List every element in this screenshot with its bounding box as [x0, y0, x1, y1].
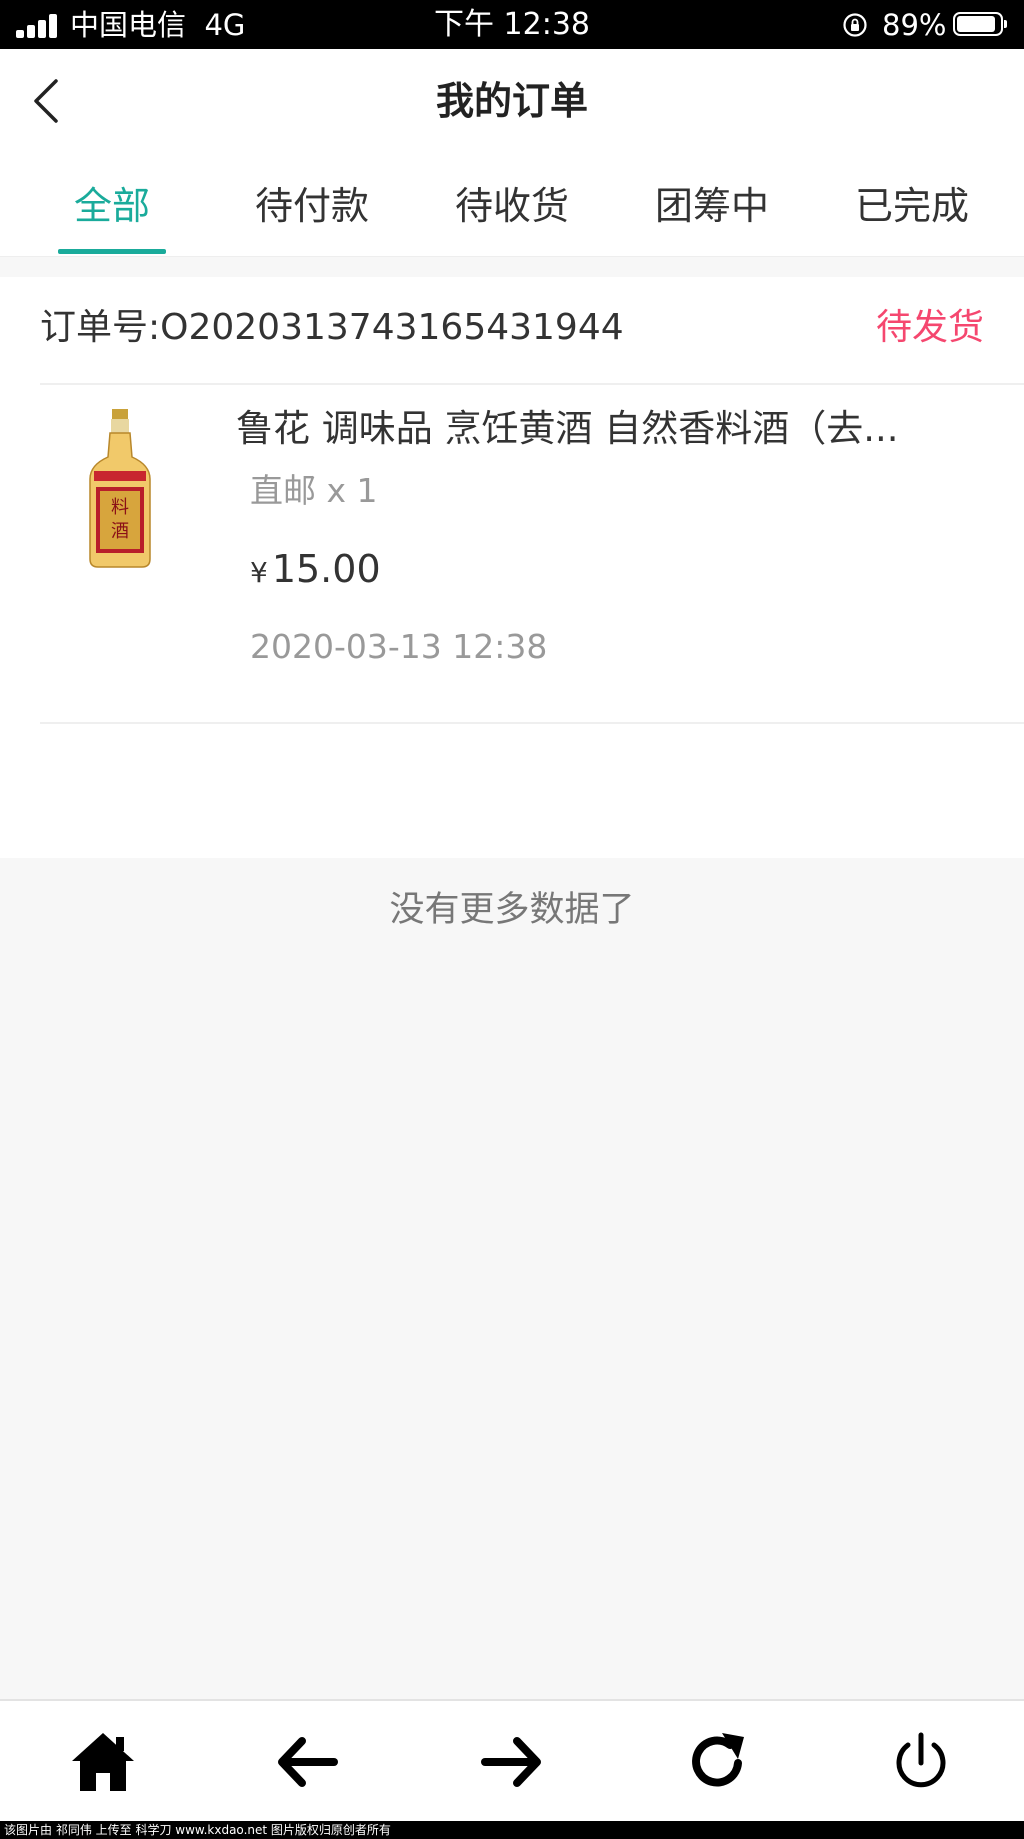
product-image[interactable]: 料 酒 — [70, 409, 170, 569]
home-icon[interactable] — [68, 1727, 138, 1797]
bottom-toolbar — [0, 1699, 1024, 1823]
order-time: 2020-03-13 12:38 — [250, 627, 548, 666]
svg-text:酒: 酒 — [111, 521, 129, 542]
power-icon[interactable] — [886, 1727, 956, 1797]
product-spec: 直邮 x 1 — [250, 471, 378, 510]
divider — [40, 722, 1024, 724]
divider — [40, 383, 1024, 385]
order-card[interactable]: 订单号:O20203137431654319​44 待发货 料 酒 鲁花 调味品… — [0, 277, 1024, 858]
currency-symbol: ¥ — [250, 556, 268, 589]
status-time: 下午 12:38 — [434, 7, 590, 42]
order-tabs: 全部 待付款 待收货 团筹中 已完成 — [0, 154, 1024, 257]
tab-completed[interactable]: 已完成 — [812, 154, 1012, 256]
header: 我的订单 — [0, 49, 1024, 154]
tab-group-funding[interactable]: 团筹中 — [612, 154, 812, 256]
product-name: 鲁花 调味品 烹饪黄酒 自然香料酒（去... — [236, 407, 899, 450]
active-tab-indicator — [58, 249, 166, 254]
page-title: 我的订单 — [435, 79, 588, 123]
arrow-left-icon[interactable] — [272, 1727, 342, 1797]
arrow-right-icon[interactable] — [477, 1727, 547, 1797]
footer-watermark: 该图片由 祁同伟 上传至 科学刀 www.kxdao.net 图片版权归原创者所… — [0, 1821, 1024, 1839]
order-status: 待发货 — [875, 307, 984, 348]
tab-pending-payment[interactable]: 待付款 — [212, 154, 412, 256]
back-button[interactable] — [26, 73, 70, 129]
battery-icon — [953, 12, 1007, 36]
product-image-label: 料 — [111, 497, 129, 518]
battery-percent: 89% — [882, 8, 947, 42]
price-value: 15.00 — [271, 547, 381, 591]
refresh-icon[interactable] — [682, 1727, 752, 1797]
order-number: 订单号:O20203137431654319​44 — [40, 307, 624, 348]
status-bar: 中国电信 4G 下午 12:38 89% — [0, 0, 1024, 49]
product-price: ¥15.00 — [250, 544, 381, 598]
rotation-lock-icon — [843, 13, 867, 37]
list-end-text: 没有更多数据了 — [389, 890, 635, 930]
tab-all[interactable]: 全部 — [12, 154, 212, 256]
tab-pending-receipt[interactable]: 待收货 — [412, 154, 612, 256]
